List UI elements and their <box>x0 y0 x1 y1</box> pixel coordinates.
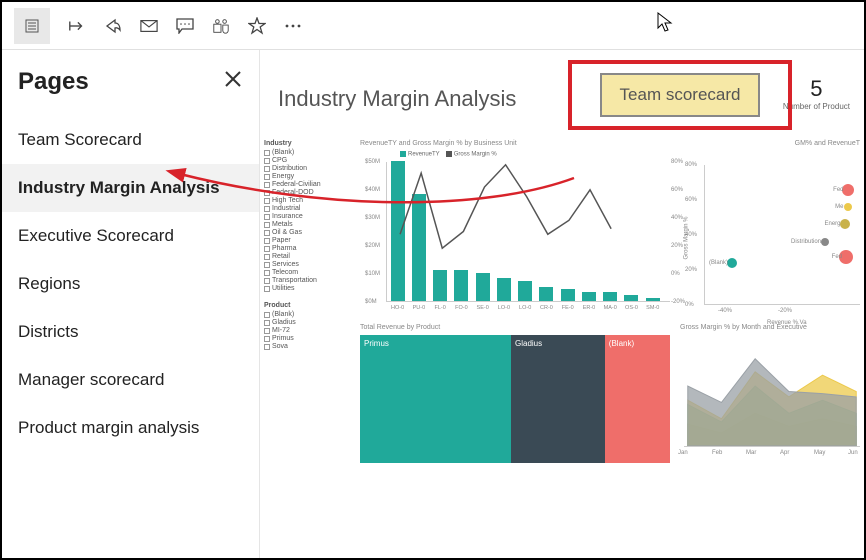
slicer-item[interactable]: Services <box>264 261 354 268</box>
page-tab[interactable]: Industry Margin Analysis <box>2 164 259 212</box>
slicer-item[interactable]: Insurance <box>264 213 354 220</box>
report-canvas: Industry Margin Analysis 5 Number of Pro… <box>260 50 864 558</box>
slicer-item[interactable]: Transportation <box>264 277 354 284</box>
slicer-item[interactable]: Distribution <box>264 165 354 172</box>
area-chart[interactable]: Gross Margin % by Month and Executive 10… <box>680 324 860 464</box>
page-tab[interactable]: Executive Scorecard <box>2 212 259 260</box>
chart1-title: RevenueTY and Gross Margin % by Business… <box>360 140 670 147</box>
annotation-highlight: Team scorecard <box>568 60 792 130</box>
slicer-item[interactable]: (Blank) <box>264 311 354 318</box>
slicer-item[interactable]: Metals <box>264 221 354 228</box>
revenue-margin-chart[interactable]: RevenueTY and Gross Margin % by Business… <box>360 140 670 320</box>
pages-title: Pages <box>18 68 89 96</box>
slicer-panel: Industry (Blank)CPGDistributionEnergyFed… <box>264 140 354 351</box>
treemap-cell[interactable]: Gladius <box>511 335 605 463</box>
treemap-cell[interactable]: Primus <box>360 335 511 463</box>
page-tab[interactable]: Product margin analysis <box>2 404 259 452</box>
export-icon[interactable] <box>68 17 86 35</box>
kpi-value: 5 <box>783 76 850 102</box>
slicer-item[interactable]: Primus <box>264 335 354 342</box>
slicer-item[interactable]: Industrial <box>264 205 354 212</box>
more-icon[interactable] <box>284 17 302 35</box>
slicer-item[interactable]: Oil & Gas <box>264 229 354 236</box>
treemap-cell[interactable]: (Blank) <box>605 335 670 463</box>
treemap-chart[interactable]: Total Revenue by Product PrimusGladius(B… <box>360 324 670 464</box>
slicer-item[interactable]: Pharma <box>264 245 354 252</box>
slicer-item[interactable]: Paper <box>264 237 354 244</box>
scatter-chart[interactable]: GM% and RevenueT Gross Margin % Revenue … <box>680 140 860 320</box>
pages-pane: Pages Team ScorecardIndustry Margin Anal… <box>2 50 260 558</box>
report-title: Industry Margin Analysis <box>278 86 516 112</box>
slicer-item[interactable]: CPG <box>264 157 354 164</box>
chart3-title: Total Revenue by Product <box>360 324 670 331</box>
slicer-item[interactable]: MI-72 <box>264 327 354 334</box>
slicer-item[interactable]: (Blank) <box>264 149 354 156</box>
chart2-title: GM% and RevenueT <box>680 140 860 147</box>
industry-slicer[interactable]: Industry (Blank)CPGDistributionEnergyFed… <box>264 140 354 292</box>
team-scorecard-button[interactable]: Team scorecard <box>600 73 761 117</box>
close-icon[interactable] <box>223 69 243 95</box>
share-icon[interactable] <box>104 17 122 35</box>
slicer-item[interactable]: High Tech <box>264 197 354 204</box>
slicer-item[interactable]: Retail <box>264 253 354 260</box>
slicer-item[interactable]: Gladius <box>264 319 354 326</box>
page-tab[interactable]: Districts <box>2 308 259 356</box>
toolbar <box>2 2 864 50</box>
slicer-item[interactable]: Energy <box>264 173 354 180</box>
page-tab[interactable]: Team Scorecard <box>2 116 259 164</box>
product-slicer-title: Product <box>264 302 354 309</box>
favorite-icon[interactable] <box>248 17 266 35</box>
kpi-card: 5 Number of Product <box>783 76 850 111</box>
slicer-item[interactable]: Federal-Civilian <box>264 181 354 188</box>
product-slicer[interactable]: Product (Blank)GladiusMI-72PrimusSova <box>264 302 354 350</box>
industry-slicer-title: Industry <box>264 140 354 147</box>
file-menu-button[interactable] <box>14 8 50 44</box>
kpi-label: Number of Product <box>783 102 850 111</box>
slicer-item[interactable]: Utilities <box>264 285 354 292</box>
slicer-item[interactable]: Sova <box>264 343 354 350</box>
page-tab[interactable]: Regions <box>2 260 259 308</box>
page-tab[interactable]: Manager scorecard <box>2 356 259 404</box>
slicer-item[interactable]: Federal-DOD <box>264 189 354 196</box>
slicer-item[interactable]: Telecom <box>264 269 354 276</box>
chart1-legend: RevenueTY Gross Margin % <box>400 151 670 158</box>
chart4-title: Gross Margin % by Month and Executive <box>680 324 860 331</box>
mail-icon[interactable] <box>140 17 158 35</box>
legend-item: RevenueTY <box>408 152 440 158</box>
comment-icon[interactable] <box>176 17 194 35</box>
legend-item: Gross Margin % <box>454 152 497 158</box>
teams-icon[interactable] <box>212 17 230 35</box>
